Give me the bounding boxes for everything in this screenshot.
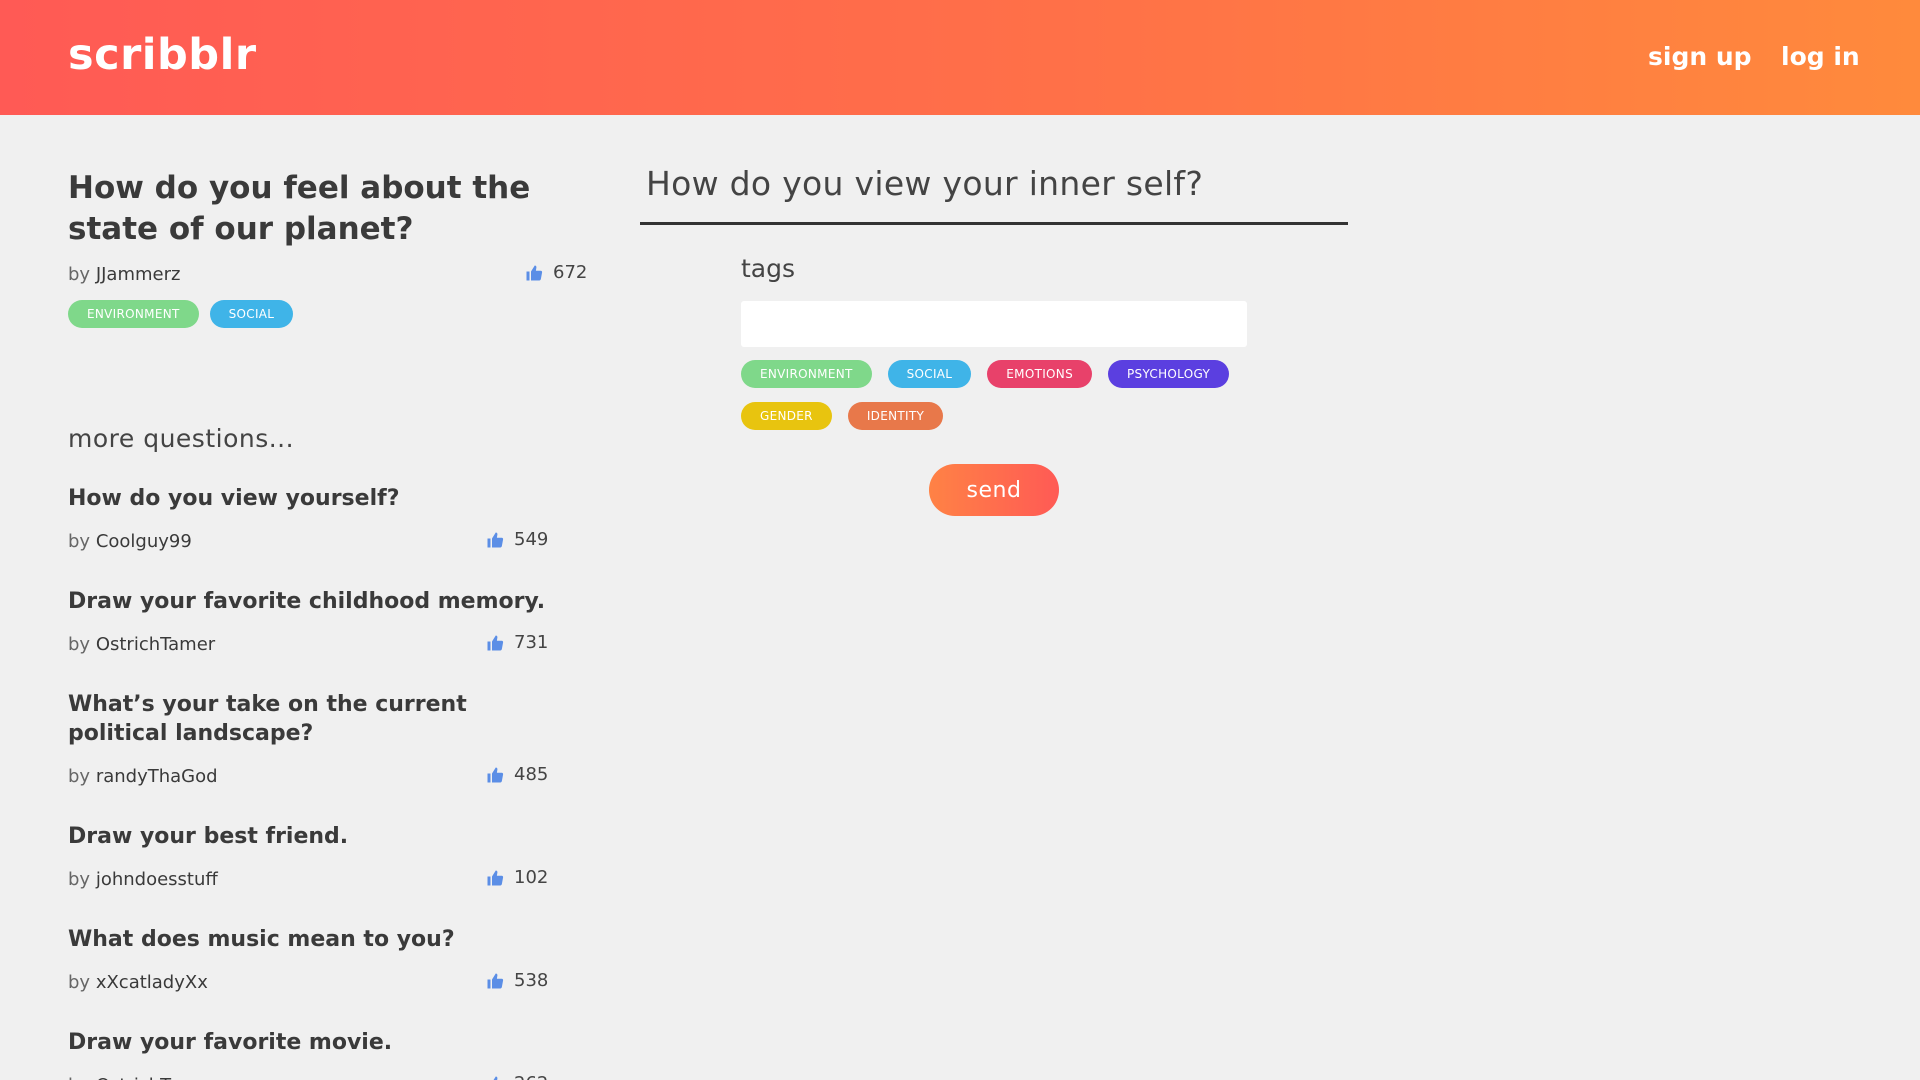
question-meta: by xXcatladyXx 538 bbox=[68, 968, 548, 994]
featured-meta: by JJammerz 672 bbox=[68, 260, 588, 288]
question-meta: by johndoesstuff 102 bbox=[68, 865, 548, 891]
tag-emotions[interactable]: EMOTIONS bbox=[987, 360, 1092, 388]
compose-panel: How do you view your inner self? tags EN… bbox=[640, 164, 1348, 516]
tag-identity[interactable]: IDENTITY bbox=[847, 402, 944, 430]
like-count[interactable]: 672 bbox=[525, 262, 587, 283]
by-prefix: by bbox=[68, 634, 91, 655]
by-prefix: by bbox=[68, 264, 91, 285]
tags-label: tags bbox=[741, 254, 796, 283]
tags-input[interactable] bbox=[741, 301, 1247, 347]
tag-social[interactable]: SOCIAL bbox=[887, 360, 972, 388]
question-title[interactable]: Draw your best friend. bbox=[68, 822, 548, 851]
author-line: by randyThaGod bbox=[68, 766, 218, 787]
question-meta: by OstrichTamer 731 bbox=[68, 630, 548, 656]
by-prefix: by bbox=[68, 1075, 90, 1080]
like-count[interactable]: 538 bbox=[486, 970, 548, 991]
like-count-value: 102 bbox=[514, 867, 549, 888]
by-prefix: by bbox=[68, 766, 91, 787]
by-prefix: by bbox=[68, 531, 91, 552]
question-meta: by randyThaGod 485 bbox=[68, 762, 548, 788]
question-title[interactable]: How do you view yourself? bbox=[68, 484, 548, 513]
more-questions-heading: more questions... bbox=[68, 424, 295, 453]
question-item[interactable]: What’s your take on the current politica… bbox=[68, 690, 548, 788]
thumbs-up-icon[interactable] bbox=[525, 264, 543, 282]
author-line: by OstrichTamer bbox=[68, 1075, 215, 1080]
author-name[interactable]: OstrichTamer bbox=[96, 1075, 215, 1080]
like-count-value: 262 bbox=[514, 1073, 548, 1080]
author-name[interactable]: JJammerz bbox=[96, 264, 181, 285]
tag-psychology[interactable]: PSYCHOLOGY bbox=[1108, 360, 1230, 388]
question-item[interactable]: What does music mean to you? by xXcatlady… bbox=[68, 925, 548, 994]
author-name[interactable]: randyThaGod bbox=[96, 766, 218, 787]
logo[interactable]: scribblr bbox=[68, 30, 257, 80]
tag-environment[interactable]: ENVIRONMENT bbox=[68, 300, 199, 328]
author-name[interactable]: OstrichTamer bbox=[96, 634, 215, 655]
question-item[interactable]: Draw your best friend. by johndoesstuff 10… bbox=[68, 822, 548, 891]
like-count[interactable]: 549 bbox=[486, 529, 548, 550]
tag-environment[interactable]: ENVIRONMENT bbox=[741, 360, 872, 388]
author-line: by johndoesstuff bbox=[68, 869, 218, 890]
thumbs-up-icon[interactable] bbox=[486, 1075, 504, 1080]
question-title[interactable]: What does music mean to you? bbox=[68, 925, 548, 954]
send-button[interactable]: send bbox=[929, 464, 1059, 516]
like-count-value: 731 bbox=[514, 632, 549, 653]
tag-options: ENVIRONMENT SOCIAL EMOTIONS PSYCHOLOGY GENDE… bbox=[741, 360, 1261, 430]
question-item[interactable]: Draw your favorite childhood memory. by O… bbox=[68, 587, 548, 656]
author-name[interactable]: xXcatladyXx bbox=[96, 972, 208, 993]
thumbs-up-icon[interactable] bbox=[486, 972, 504, 990]
question-title[interactable]: Draw your favorite movie. bbox=[68, 1028, 548, 1057]
top-header: scribblr sign up log in bbox=[0, 0, 1920, 115]
by-prefix: by bbox=[68, 869, 91, 890]
by-prefix: by bbox=[68, 972, 91, 993]
tag-gender[interactable]: GENDER bbox=[741, 402, 832, 430]
like-count[interactable]: 485 bbox=[486, 764, 548, 785]
like-count-value: 549 bbox=[514, 529, 549, 550]
thumbs-up-icon[interactable] bbox=[486, 869, 504, 887]
title-underline bbox=[640, 222, 1348, 225]
thumbs-up-icon[interactable] bbox=[486, 634, 504, 652]
question-title[interactable]: What’s your take on the current politica… bbox=[68, 690, 548, 748]
thumbs-up-icon[interactable] bbox=[486, 531, 504, 549]
sign-up-link[interactable]: sign up bbox=[1648, 42, 1752, 71]
like-count-value: 538 bbox=[514, 970, 549, 991]
featured-tags: ENVIRONMENT SOCIAL bbox=[68, 300, 588, 328]
thumbs-up-icon[interactable] bbox=[486, 766, 504, 784]
like-count[interactable]: 731 bbox=[486, 632, 548, 653]
author-name[interactable]: Coolguy99 bbox=[96, 531, 192, 552]
featured-question: How do you feel about the state of our p… bbox=[68, 168, 588, 328]
featured-question-title[interactable]: How do you feel about the state of our p… bbox=[68, 168, 588, 250]
tag-social[interactable]: SOCIAL bbox=[209, 300, 294, 328]
question-item[interactable]: Draw your favorite movie. by OstrichTamer… bbox=[68, 1028, 548, 1080]
like-count-value: 485 bbox=[514, 764, 549, 785]
author-line: by OstrichTamer bbox=[68, 634, 215, 655]
author-line: by xXcatladyXx bbox=[68, 972, 208, 993]
question-title[interactable]: Draw your favorite childhood memory. bbox=[68, 587, 548, 616]
author-line: by JJammerz bbox=[68, 264, 180, 285]
like-count[interactable]: 262 bbox=[486, 1073, 548, 1080]
question-item[interactable]: How do you view yourself? by Coolguy99 549 bbox=[68, 484, 548, 553]
like-count-value: 672 bbox=[553, 262, 588, 283]
question-meta: by Coolguy99 549 bbox=[68, 527, 548, 553]
author-line: by Coolguy99 bbox=[68, 531, 192, 552]
author-name[interactable]: johndoesstuff bbox=[96, 869, 218, 890]
log-in-link[interactable]: log in bbox=[1781, 42, 1860, 71]
like-count[interactable]: 102 bbox=[486, 867, 548, 888]
question-meta: by OstrichTamer 262 bbox=[68, 1071, 548, 1080]
compose-question-title[interactable]: How do you view your inner self? bbox=[640, 164, 1348, 222]
